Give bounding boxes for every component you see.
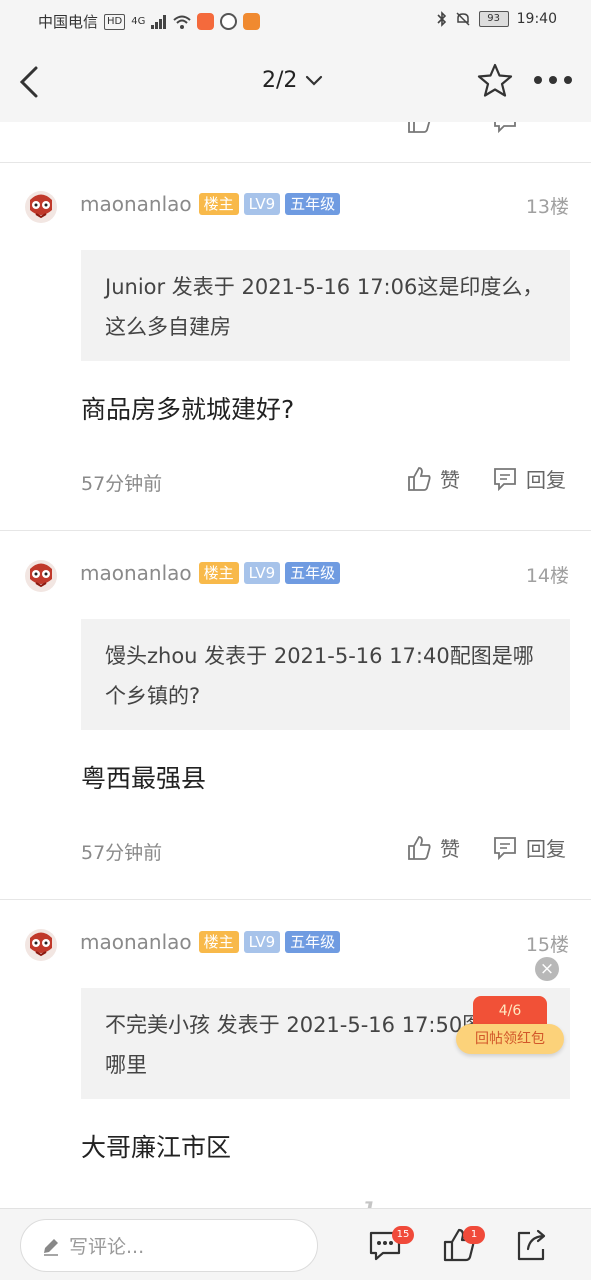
like-button[interactable]: 赞 <box>406 464 460 493</box>
pencil-icon <box>44 1238 58 1256</box>
level-badge: LV9 <box>243 193 281 215</box>
comment-input[interactable]: 写评论... <box>20 1219 318 1272</box>
hd-icon: HD <box>104 13 126 30</box>
back-icon[interactable] <box>14 62 50 102</box>
username[interactable]: maonanlao <box>80 930 192 954</box>
like-label: 赞 <box>440 837 460 861</box>
owner-badge: 楼主 <box>198 193 239 215</box>
nav-bar: 2/2 <box>0 42 591 122</box>
like-post-button[interactable]: 1 <box>441 1221 485 1267</box>
status-left: 中国电信 HD 4G <box>38 11 261 32</box>
reply-icon <box>494 122 516 134</box>
star-icon[interactable] <box>476 62 514 100</box>
share-button[interactable] <box>514 1221 554 1267</box>
like-label: 赞 <box>440 468 460 492</box>
like-button[interactable]: 赞 <box>406 833 460 862</box>
like-icon <box>408 466 431 491</box>
owner-badge: 楼主 <box>198 931 239 953</box>
post-content: 大哥廉江市区 <box>81 1133 232 1162</box>
comment-placeholder: 写评论... <box>69 1236 145 1258</box>
avatar[interactable] <box>24 190 58 224</box>
quoted-post[interactable]: Junior 发表于 2021-5-16 17:06这是印度么，这么多自建房 <box>81 250 570 361</box>
floor-number: 13楼 <box>525 196 569 218</box>
username[interactable]: maonanlao <box>80 561 192 585</box>
floor-number: 14楼 <box>525 565 569 587</box>
red-packet-promo[interactable]: 4/6 回帖领红包 <box>456 996 564 1058</box>
mute-icon <box>456 12 470 26</box>
avatar[interactable] <box>24 928 58 962</box>
post-content: 粤西最强县 <box>81 764 207 793</box>
post-content: 商品房多就城建好? <box>81 395 295 424</box>
level-badge: LV9 <box>243 931 281 953</box>
reply-button[interactable]: 回复 <box>492 833 566 862</box>
floor-number: 15楼 <box>525 934 569 956</box>
wifi-icon <box>173 15 192 29</box>
chevron-down-icon <box>306 75 323 86</box>
user-line: maonanlao 楼主 LV9 五年级 <box>80 930 341 954</box>
quoted-post[interactable]: 馒头zhou 发表于 2021-5-16 17:40配图是哪个乡镇的? <box>81 619 570 730</box>
user-line: maonanlao 楼主 LV9 五年级 <box>80 192 341 216</box>
like-icon <box>408 122 431 133</box>
owner-badge: 楼主 <box>198 562 239 584</box>
reply-post: maonanlao 楼主 LV9 五年级 14楼 馒头zhou 发表于 2021… <box>0 531 591 899</box>
like-count-badge: 1 <box>463 1226 485 1244</box>
status-bar: 中国电信 HD 4G 93 19:40 <box>0 0 591 42</box>
bluetooth-icon <box>437 11 446 27</box>
bottom-bar: 写评论... 15 1 <box>0 1208 591 1280</box>
grade-badge: 五年级 <box>285 562 341 584</box>
battery-icon: 93 <box>478 11 509 27</box>
avatar[interactable] <box>24 559 58 593</box>
browser-app-icon <box>220 13 238 30</box>
clock: 19:40 <box>516 11 557 27</box>
grade-badge: 五年级 <box>285 193 341 215</box>
health-app-icon <box>197 13 215 30</box>
reply-post: maonanlao 楼主 LV9 五年级 13楼 Junior 发表于 2021… <box>0 162 591 530</box>
red-packet-label: 回帖领红包 <box>456 1024 564 1054</box>
like-icon <box>408 835 431 860</box>
previous-post-actions <box>0 122 591 162</box>
more-icon[interactable] <box>532 70 574 90</box>
reply-label: 回复 <box>526 468 566 492</box>
signal-icon <box>151 14 167 29</box>
reply-label: 回复 <box>526 837 566 861</box>
carrier-label: 中国电信 <box>38 13 99 31</box>
share-icon <box>517 1229 546 1261</box>
grade-badge: 五年级 <box>285 931 341 953</box>
page-selector[interactable]: 2/2 <box>262 68 323 93</box>
network-label: 4G <box>131 16 146 27</box>
close-icon[interactable]: × <box>535 957 559 981</box>
username[interactable]: maonanlao <box>80 192 192 216</box>
reply-icon <box>494 467 516 491</box>
reply-icon <box>494 836 516 860</box>
post-time: 57分钟前 <box>81 473 163 495</box>
store-app-icon <box>243 13 261 30</box>
page-indicator: 2/2 <box>262 68 298 93</box>
comments-button[interactable]: 15 <box>367 1221 414 1267</box>
post-time: 57分钟前 <box>81 842 163 864</box>
reply-button[interactable]: 回复 <box>492 464 566 493</box>
user-line: maonanlao 楼主 LV9 五年级 <box>80 561 341 585</box>
level-badge: LV9 <box>243 562 281 584</box>
status-right: 93 19:40 <box>437 11 557 27</box>
comment-count-badge: 15 <box>392 1226 414 1244</box>
